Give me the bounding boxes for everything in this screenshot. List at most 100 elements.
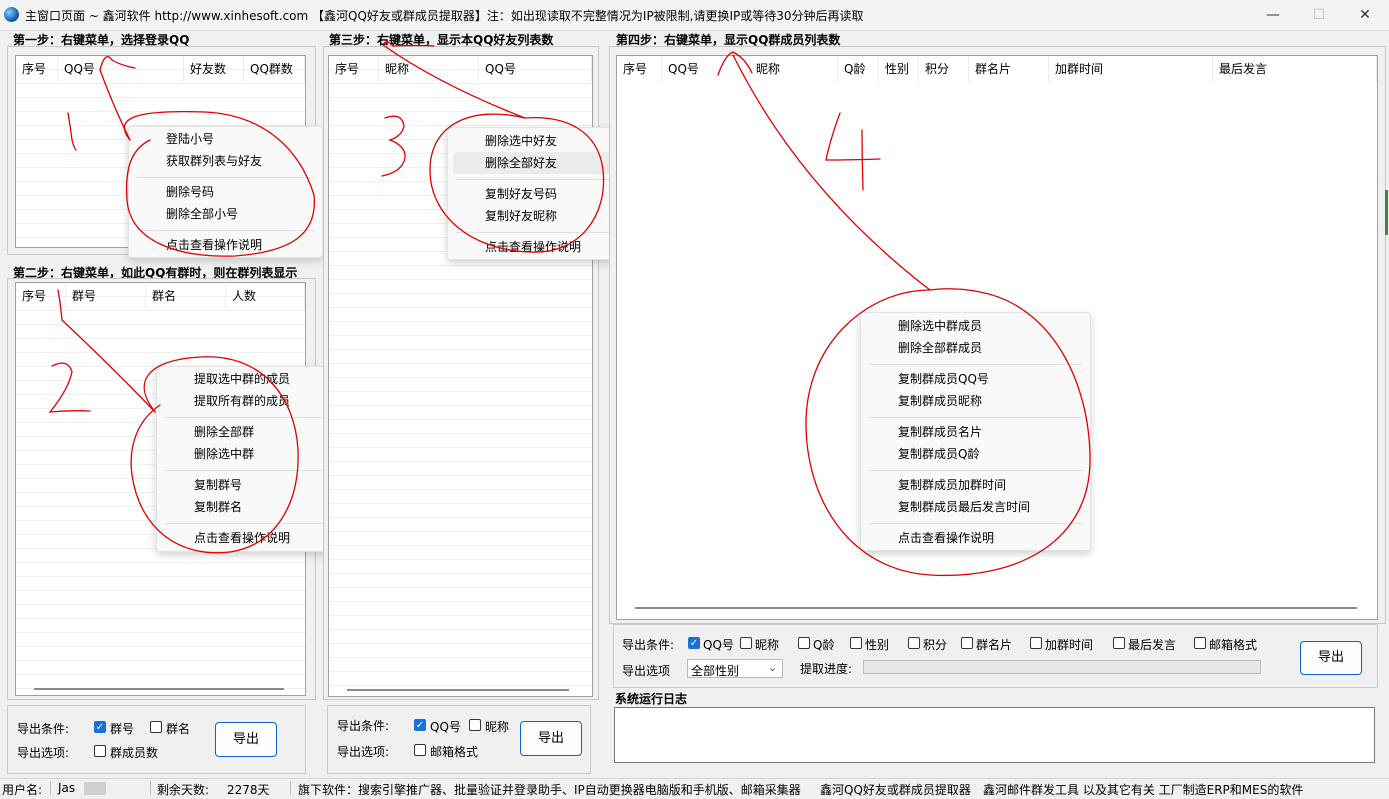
col-header[interactable]: 昵称 — [750, 56, 838, 82]
progress-label: 提取进度: — [800, 662, 853, 676]
menu-separator — [869, 417, 1082, 418]
menu-item-copy-group-name[interactable]: 复制群名 — [157, 496, 350, 518]
col-header[interactable]: 人数 — [226, 283, 305, 309]
checkbox-step4-option[interactable] — [1113, 637, 1125, 649]
menu-item-delete-number[interactable]: 删除号码 — [129, 181, 322, 203]
menu-separator — [165, 523, 342, 524]
col-header[interactable]: 群名片 — [969, 56, 1049, 82]
menu-item-login[interactable]: 登陆小号 — [129, 128, 322, 150]
checkbox-label: 邮箱格式 — [1209, 638, 1258, 652]
status-user-label: 用户名: — [2, 783, 43, 797]
checkbox-label: QQ号 — [703, 638, 734, 652]
col-header[interactable]: 性别 — [879, 56, 919, 82]
status-product-link[interactable]: 鑫河QQ好友或群成员提取器 — [820, 781, 971, 798]
menu-item-copy-member-nickname[interactable]: 复制群成员昵称 — [861, 390, 1090, 412]
checkbox-label: 群成员数 — [110, 746, 159, 760]
checkbox-label: 邮箱格式 — [430, 745, 479, 759]
checkbox-label: 积分 — [923, 638, 948, 652]
col-header[interactable]: 序号 — [329, 56, 379, 82]
col-header[interactable]: 序号 — [16, 56, 58, 82]
step2-export-button[interactable]: 导出 — [215, 722, 277, 757]
checkbox-group-number[interactable]: ✓ — [94, 721, 106, 733]
maximize-button[interactable]: ☐ — [1296, 0, 1342, 30]
col-header[interactable]: 序号 — [16, 283, 66, 309]
menu-item-delete-selected-group[interactable]: 删除选中群 — [157, 443, 350, 465]
step3-export-button[interactable]: 导出 — [520, 721, 582, 756]
step4-export-button[interactable]: 导出 — [1300, 641, 1362, 675]
export-options-label: 导出选项: — [17, 746, 70, 760]
checkbox-step4-option[interactable] — [798, 637, 810, 649]
horizontal-scrollbar[interactable] — [635, 607, 1357, 609]
col-header[interactable]: QQ号 — [58, 56, 184, 82]
checkbox-step4-option[interactable] — [740, 637, 752, 649]
status-days-value: 2278天 — [227, 783, 270, 797]
window-title: 主窗口页面 ~ 鑫河软件 http://www.xinhesoft.com 【鑫… — [25, 9, 864, 23]
export-conditions-label: 导出条件: — [622, 638, 675, 652]
status-user-value: Jas — [58, 781, 76, 795]
close-button[interactable]: ✕ — [1342, 0, 1388, 30]
checkbox-member-count[interactable] — [94, 745, 106, 757]
menu-separator — [869, 470, 1082, 471]
system-log-textarea[interactable] — [614, 707, 1375, 763]
export-conditions-label: 导出条件: — [337, 719, 390, 733]
checkbox-label: 性别 — [865, 638, 890, 652]
col-header[interactable]: 加群时间 — [1049, 56, 1213, 82]
step4-context-menu: 删除选中群成员 删除全部群成员 复制群成员QQ号 复制群成员昵称 复制群成员名片… — [860, 312, 1091, 551]
checkbox-label: 加群时间 — [1045, 638, 1094, 652]
col-header[interactable]: QQ群数 — [244, 56, 305, 82]
col-header[interactable]: 群号 — [66, 283, 146, 309]
checkbox-email-format[interactable] — [414, 744, 426, 756]
col-header[interactable]: 昵称 — [379, 56, 479, 82]
col-header[interactable]: 群名 — [146, 283, 226, 309]
col-header[interactable]: QQ号 — [479, 56, 592, 82]
checkbox-label: 群号 — [110, 722, 135, 736]
menu-item-delete-all-groups[interactable]: 删除全部群 — [157, 421, 350, 443]
menu-item-help[interactable]: 点击查看操作说明 — [129, 234, 322, 256]
menu-separator — [165, 470, 342, 471]
horizontal-scrollbar[interactable] — [34, 688, 284, 690]
checkbox-qq-number[interactable]: ✓ — [414, 719, 426, 731]
status-days-label: 剩余天数: — [157, 783, 210, 797]
menu-item-extract-selected[interactable]: 提取选中群的成员 — [157, 368, 350, 390]
log-title: 系统运行日志 — [615, 692, 688, 706]
chevron-down-icon: ⌄ — [768, 661, 778, 674]
export-options-label: 导出选项: — [337, 745, 390, 759]
menu-item-delete-selected-member[interactable]: 删除选中群成员 — [861, 315, 1090, 337]
col-header[interactable]: 序号 — [617, 56, 662, 82]
col-header[interactable]: 好友数 — [184, 56, 244, 82]
status-product-more[interactable]: 鑫河邮件群发工具 以及其它有关 工厂制造ERP和MES的软件 — [983, 781, 1303, 798]
menu-separator — [165, 417, 342, 418]
col-header[interactable]: QQ号 — [662, 56, 750, 82]
menu-separator — [869, 364, 1082, 365]
export-options-label: 导出选项 — [622, 664, 671, 678]
menu-item-help[interactable]: 点击查看操作说明 — [157, 527, 350, 549]
minimize-button[interactable]: — — [1250, 0, 1296, 30]
checkbox-nickname[interactable] — [469, 719, 481, 731]
checkbox-step4-option[interactable] — [908, 637, 920, 649]
menu-item-get-groups[interactable]: 获取群列表与好友 — [129, 150, 322, 172]
menu-item-copy-member-qq[interactable]: 复制群成员QQ号 — [861, 368, 1090, 390]
menu-item-copy-member-join-time[interactable]: 复制群成员加群时间 — [861, 474, 1090, 496]
menu-item-extract-all[interactable]: 提取所有群的成员 — [157, 390, 350, 412]
checkbox-step4-option[interactable]: ✓ — [688, 637, 700, 649]
gender-select[interactable]: 全部性别 ⌄ — [687, 659, 783, 678]
gender-select-value: 全部性别 — [691, 664, 740, 678]
menu-item-delete-all[interactable]: 删除全部小号 — [129, 203, 322, 225]
checkbox-label: QQ号 — [430, 720, 461, 734]
menu-item-copy-member-card[interactable]: 复制群成员名片 — [861, 421, 1090, 443]
menu-item-copy-group-number[interactable]: 复制群号 — [157, 474, 350, 496]
checkbox-step4-option[interactable] — [961, 637, 973, 649]
col-header[interactable]: Q龄 — [838, 56, 879, 82]
checkbox-step4-option[interactable] — [850, 637, 862, 649]
menu-separator — [137, 177, 314, 178]
menu-item-copy-member-qage[interactable]: 复制群成员Q龄 — [861, 443, 1090, 465]
checkbox-step4-option[interactable] — [1194, 637, 1206, 649]
col-header[interactable]: 积分 — [919, 56, 969, 82]
menu-item-delete-all-members[interactable]: 删除全部群成员 — [861, 337, 1090, 359]
menu-item-help[interactable]: 点击查看操作说明 — [861, 527, 1090, 549]
col-header[interactable]: 最后发言 — [1213, 56, 1377, 82]
checkbox-step4-option[interactable] — [1030, 637, 1042, 649]
checkbox-group-name[interactable] — [150, 721, 162, 733]
horizontal-scrollbar[interactable] — [347, 689, 569, 691]
menu-item-copy-member-last-speak[interactable]: 复制群成员最后发言时间 — [861, 496, 1090, 518]
